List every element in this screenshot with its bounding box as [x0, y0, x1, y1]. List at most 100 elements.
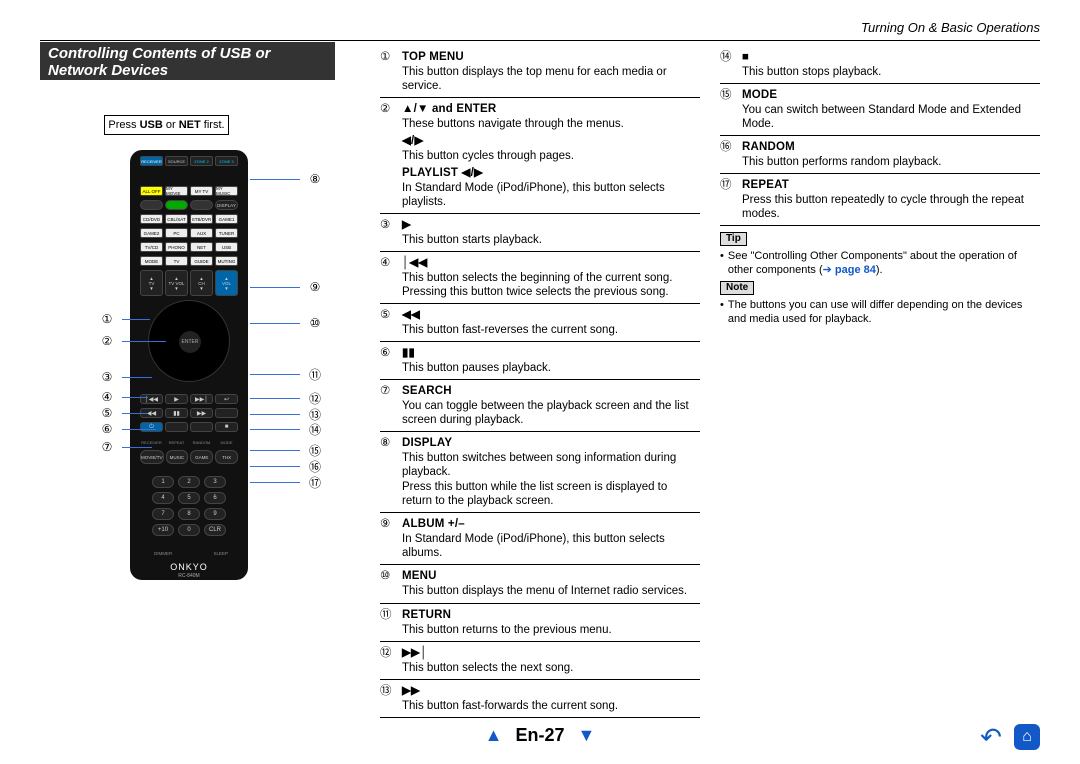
page-link[interactable]: page 84 [835, 264, 876, 276]
breadcrumb: Turning On & Basic Operations [861, 20, 1040, 35]
item-title: ▲/▼ and ENTER [402, 102, 700, 116]
item-title: MODE [742, 88, 1040, 102]
next-page-icon[interactable]: ▼ [570, 725, 604, 745]
remote-playback-row2: ◀◀▮▮▶▶ [140, 408, 238, 418]
instruction-box: Press USB or NET first. [104, 115, 229, 135]
callout-right-10: ⑩ [250, 316, 322, 330]
remote-row-mode: MODE TV GUIDE MUTING [140, 256, 238, 266]
item-number: ⑪ [380, 608, 402, 637]
remote-vol-row: ▲TV▼ ▲TV VOL▼ ▲CH▼ ▲VOL▼ [140, 270, 238, 296]
item-number: ⑭ [720, 50, 742, 79]
item-number: ④ [380, 256, 402, 299]
list-item: ⑫ ▶▶│ This button selects the next song. [380, 644, 700, 680]
list-item: ③ ▶ This button starts playback. [380, 216, 700, 252]
item-desc: You can switch between Standard Mode and… [742, 103, 1040, 131]
remote-row-display: DISPLAY [140, 200, 238, 210]
item-title: ◀◀ [402, 308, 700, 322]
item-title: REPEAT [742, 178, 1040, 192]
item-number: ⑮ [720, 88, 742, 131]
item-number: ① [380, 50, 402, 93]
remote-mode-row: MOVIE/TV MUSIC GAME THX [140, 450, 238, 464]
list-item: ⑩ MENU This button displays the menu of … [380, 567, 700, 603]
item-number: ⑯ [720, 140, 742, 169]
item-title: │◀◀ [402, 256, 700, 270]
note-label: Note [720, 281, 754, 295]
item-number: ⑰ [720, 178, 742, 221]
remote-brand: ONKYO [130, 562, 248, 572]
item-title: ▶ [402, 218, 700, 232]
remote-sleep-label: SLEEP [213, 551, 228, 556]
item-title: TOP MENU [402, 50, 700, 64]
home-icon[interactable]: ⌂ [1014, 724, 1040, 750]
item-title: SEARCH [402, 384, 700, 398]
remote-row-src3: TV/CD PHONO NET USB [140, 242, 238, 252]
item-title: DISPLAY [402, 436, 700, 450]
item-subtitle: ◀/▶ [402, 134, 700, 148]
callout-right-8: ⑧ [250, 172, 322, 186]
item-subdesc: This button cycles through pages. [402, 149, 700, 163]
item-desc: You can toggle between the playback scre… [402, 399, 700, 427]
item-number: ⑫ [380, 646, 402, 675]
item-title: ALBUM +/– [402, 517, 700, 531]
item-desc: In Standard Mode (iPod/iPhone), this but… [402, 532, 700, 560]
callout-right-15: ⑮ [250, 442, 322, 459]
list-item: ④ │◀◀ This button selects the beginning … [380, 254, 700, 304]
item-number: ⑬ [380, 684, 402, 713]
description-column-2: ⑭ ■ This button stops playback. ⑮ MODE Y… [720, 48, 1040, 326]
list-item: ⑦ SEARCH You can toggle between the play… [380, 382, 700, 432]
tip-label: Tip [720, 232, 747, 246]
item-number: ③ [380, 218, 402, 247]
top-rule [40, 40, 1040, 41]
back-icon[interactable]: ↶ [978, 724, 1004, 750]
list-item: ⑮ MODE You can switch between Standard M… [720, 86, 1040, 136]
item-number: ⑨ [380, 517, 402, 560]
list-item: ⑪ RETURN This button returns to the prev… [380, 606, 700, 642]
item-subtitle: PLAYLIST ◀/▶ [402, 166, 700, 180]
callout-left-5: ⑤ [100, 406, 148, 420]
callout-right-12: ⑫ [250, 390, 322, 407]
remote-dimmer-label: DIMMER [154, 551, 172, 556]
remote-row-src2: GAME2 PC AUX TUNER [140, 228, 238, 238]
item-title: ▶▶ [402, 684, 700, 698]
list-item: ⑥ ▮▮ This button pauses playback. [380, 344, 700, 380]
callout-left-3: ③ [100, 370, 152, 384]
callout-right-14: ⑭ [250, 421, 322, 438]
item-desc: This button performs random playback. [742, 155, 1040, 169]
item-desc: This button switches between song inform… [402, 451, 700, 479]
callout-left-7: ⑦ [100, 440, 152, 454]
item-desc: These buttons navigate through the menus… [402, 117, 700, 131]
item-number: ⑦ [380, 384, 402, 427]
item-desc: This button selects the beginning of the… [402, 271, 700, 299]
item-desc: This button fast-forwards the current so… [402, 699, 700, 713]
callout-right-9: ⑨ [250, 280, 322, 294]
remote-row-power: RECEIVER SOURCE ZONE 2 ZONE 3 [140, 156, 238, 166]
remote-diagram: RECEIVER SOURCE ZONE 2 ZONE 3 ALL OFF MY… [40, 140, 340, 600]
list-item: ① TOP MENU This button displays the top … [380, 48, 700, 98]
list-item: ⑨ ALBUM +/– In Standard Mode (iPod/iPhon… [380, 515, 700, 565]
item-desc: This button starts playback. [402, 233, 700, 247]
callout-left-6: ⑥ [100, 422, 156, 436]
callout-right-17: ⑰ [250, 474, 322, 491]
item-number: ⑤ [380, 308, 402, 337]
page-number: En-27 [515, 725, 564, 745]
item-desc: This button selects the next song. [402, 661, 700, 675]
page-footer: ▲ En-27 ▼ [0, 725, 1080, 746]
item-title: RETURN [402, 608, 700, 622]
remote-playback-row1: │◀◀▶▶▶│↩ [140, 394, 238, 404]
remote-model: RC-840M [130, 573, 248, 579]
callout-right-11: ⑪ [250, 366, 322, 383]
remote-body: RECEIVER SOURCE ZONE 2 ZONE 3 ALL OFF MY… [130, 150, 248, 580]
item-title: ▮▮ [402, 346, 700, 360]
item-desc: This button displays the top menu for ea… [402, 65, 700, 93]
note-text: • The buttons you can use will differ de… [720, 299, 1040, 326]
callout-right-16: ⑯ [250, 458, 322, 475]
prev-page-icon[interactable]: ▲ [477, 725, 511, 745]
item-number: ② [380, 102, 402, 209]
callout-left-2: ② [100, 334, 166, 348]
item-title: ▶▶│ [402, 646, 700, 660]
remote-row-macro: ALL OFF MY MOVIE MY TV MY MUSIC [140, 186, 238, 196]
item-title: MENU [402, 569, 700, 583]
section-title: Controlling Contents of USB or Network D… [40, 42, 335, 80]
item-number: ⑥ [380, 346, 402, 375]
item-subdesc: Press this button while the list screen … [402, 480, 700, 508]
